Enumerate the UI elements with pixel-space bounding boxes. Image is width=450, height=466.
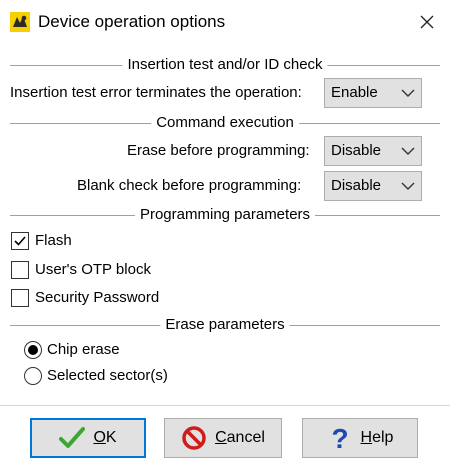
insertion-error-terminates-label: Insertion test error terminates the oper… (10, 84, 302, 101)
programming-group-label: Programming parameters (134, 206, 316, 224)
blank-check-select[interactable]: Disable (324, 171, 422, 201)
footer-divider (0, 405, 450, 406)
close-icon (420, 15, 434, 29)
insertion-error-terminates-value: Enable (331, 84, 378, 101)
help-button-label: Help (360, 429, 394, 446)
insertion-group-label: Insertion test and/or ID check (122, 56, 328, 74)
insertion-error-terminates-select[interactable]: Enable (324, 78, 422, 108)
programming-group-header: Programming parameters (10, 206, 440, 224)
erase-before-programming-label: Erase before programming: (127, 142, 310, 159)
checkmark-icon (59, 425, 86, 451)
cancel-button[interactable]: Cancel (164, 418, 282, 458)
users-otp-block-label: User's OTP block (35, 261, 151, 278)
cancel-icon (181, 425, 207, 451)
checkmark-icon (14, 236, 26, 246)
radio-selected-dot (28, 345, 38, 355)
chip-erase-label: Chip erase (47, 341, 120, 358)
help-icon: ? (327, 424, 353, 452)
blank-check-label: Blank check before programming: (77, 177, 302, 194)
selected-sectors-radio[interactable] (24, 367, 42, 385)
svg-text:?: ? (331, 424, 348, 452)
selected-sectors-label: Selected sector(s) (47, 367, 168, 384)
title-bar: Device operation options (0, 0, 450, 44)
erase-group-label: Erase parameters (160, 316, 290, 334)
chevron-down-icon (401, 89, 415, 97)
erase-group-header: Erase parameters (10, 316, 440, 334)
command-group-header: Command execution (10, 114, 440, 132)
cancel-button-label: Cancel (215, 429, 265, 446)
flash-label: Flash (35, 232, 72, 249)
insertion-group-header: Insertion test and/or ID check (10, 56, 440, 74)
ok-button[interactable]: OK (30, 418, 146, 458)
users-otp-block-checkbox[interactable] (11, 261, 29, 279)
erase-before-programming-select[interactable]: Disable (324, 136, 422, 166)
security-password-label: Security Password (35, 289, 160, 306)
ok-button-label: OK (93, 429, 117, 446)
security-password-checkbox[interactable] (11, 289, 29, 307)
device-operation-options-dialog: Device operation options Insertion test … (0, 0, 450, 466)
erase-before-programming-value: Disable (331, 142, 382, 159)
chip-erase-radio[interactable] (24, 341, 42, 359)
app-logo-icon (10, 12, 30, 32)
blank-check-value: Disable (331, 177, 382, 194)
chevron-down-icon (401, 147, 415, 155)
command-group-label: Command execution (151, 114, 299, 132)
close-button[interactable] (404, 0, 450, 44)
help-button[interactable]: ? Help (302, 418, 418, 458)
window-title: Device operation options (38, 12, 226, 31)
flash-checkbox[interactable] (11, 232, 29, 250)
chevron-down-icon (401, 182, 415, 190)
